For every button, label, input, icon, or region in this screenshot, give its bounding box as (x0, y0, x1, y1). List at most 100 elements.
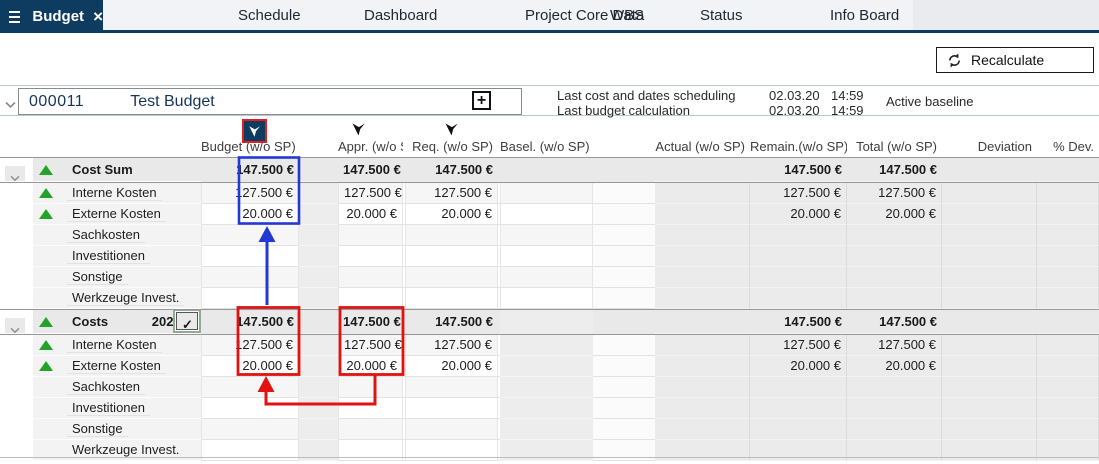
cell-appr[interactable] (338, 288, 403, 309)
chevron-down-icon[interactable] (5, 96, 16, 114)
cell-budget[interactable]: 147.500 € (201, 310, 299, 334)
cell-basel[interactable] (500, 267, 593, 288)
cell-actual (655, 356, 750, 377)
filter-icon-budget-active[interactable] (242, 119, 267, 143)
cell-budget[interactable] (201, 419, 299, 440)
cell-basel[interactable] (500, 288, 593, 309)
cell-req[interactable]: 20.000 € (405, 356, 498, 377)
row-sonstige: Sonstige (0, 267, 1099, 288)
cell-req[interactable]: 147.500 € (405, 310, 498, 334)
cell-basel (500, 335, 593, 356)
cell-appr[interactable] (338, 419, 403, 440)
hamburger-icon[interactable] (9, 16, 20, 18)
cell-appr[interactable]: 20.000 € (338, 356, 403, 377)
cell-actual (655, 204, 750, 225)
cell-appr[interactable]: 20.000 € (338, 204, 403, 225)
cell-basel[interactable] (500, 158, 593, 182)
cell-req[interactable] (405, 419, 498, 440)
col-actual: Actual (w/o SP) (655, 139, 750, 157)
cell-basel[interactable] (500, 246, 593, 267)
cell-appr[interactable] (338, 225, 403, 246)
tab-wbs[interactable]: WBS (610, 0, 644, 30)
cell-budget[interactable] (201, 267, 299, 288)
cell-appr[interactable] (338, 377, 403, 398)
row-label: Werkzeuge Invest. (67, 290, 184, 306)
table-header-row: Budget (w/o SP) Appr. (w/o SP) Req. (w/o… (0, 116, 1099, 157)
row-label: Externe Kosten (67, 358, 166, 374)
row-label: Costs (67, 314, 113, 329)
cell-basel[interactable] (500, 204, 593, 225)
cell-total: 20.000 € (847, 204, 942, 225)
cell-pdev (1037, 158, 1099, 182)
cell-basel[interactable] (500, 183, 593, 204)
row-label: Interne Kosten (67, 185, 162, 201)
cell-remain: 20.000 € (750, 204, 847, 225)
cell-req[interactable] (405, 225, 498, 246)
group-row-cost-sum: Cost Sum 147.500 € 147.500 € 147.500 € 1… (0, 157, 1099, 183)
tab-dashboard[interactable]: Dashboard (364, 0, 437, 30)
cell-appr[interactable]: 127.500 € (338, 183, 403, 204)
triangle-up-icon (39, 361, 53, 371)
col-appr: Appr. (w/o SP) (338, 139, 403, 157)
cell-appr[interactable]: 127.500 € (338, 335, 403, 356)
cell-actual (655, 183, 750, 204)
filter-icon-req[interactable] (443, 121, 461, 138)
cell-appr[interactable] (338, 246, 403, 267)
top-nav: Schedule Dashboard Project Core Data WBS… (0, 0, 1099, 33)
cell-deviation (942, 204, 1037, 225)
row-label: Werkzeuge Invest. (67, 442, 184, 458)
cell-appr[interactable]: 147.500 € (338, 310, 403, 334)
plus-icon[interactable]: + (472, 91, 491, 110)
filter-icon-appr[interactable] (350, 121, 368, 138)
cell-basel[interactable] (500, 225, 593, 246)
cell-appr[interactable] (338, 398, 403, 419)
cell-budget[interactable] (201, 246, 299, 267)
chevron-down-icon[interactable] (5, 166, 25, 183)
row-label: Investitionen (67, 248, 150, 264)
cell-budget[interactable] (201, 288, 299, 309)
cell-budget[interactable] (201, 377, 299, 398)
cell-budget[interactable]: 147.500 € (201, 158, 299, 182)
triangle-up-icon (39, 340, 53, 350)
tab-budget-active[interactable]: Budget × (0, 0, 103, 33)
row-label: Sachkosten (67, 227, 145, 243)
cell-req[interactable]: 127.500 € (405, 335, 498, 356)
cell-deviation (942, 335, 1037, 356)
budget-table: Budget (w/o SP) Appr. (w/o SP) Req. (w/o… (0, 116, 1099, 157)
cell-appr[interactable]: 147.500 € (338, 158, 403, 182)
cell-remain: 20.000 € (750, 356, 847, 377)
chevron-down-icon[interactable] (5, 318, 25, 335)
cell-budget[interactable]: 20.000 € (201, 204, 299, 225)
cell-actual (655, 335, 750, 356)
cell-req[interactable]: 20.000 € (405, 204, 498, 225)
cell-req[interactable] (405, 246, 498, 267)
cell-req[interactable] (405, 267, 498, 288)
cell-budget[interactable] (201, 398, 299, 419)
cell-req[interactable]: 147.500 € (405, 158, 498, 182)
tab-status[interactable]: Status (700, 0, 743, 30)
cell-appr[interactable] (338, 267, 403, 288)
cell-pdev (1037, 335, 1099, 356)
cell-total: 20.000 € (847, 356, 942, 377)
cell-req[interactable] (405, 288, 498, 309)
tab-schedule[interactable]: Schedule (238, 0, 301, 30)
checkbox-checked[interactable]: ✓ (176, 312, 198, 330)
cell-total: 127.500 € (847, 335, 942, 356)
cell-req[interactable] (405, 377, 498, 398)
cell-budget[interactable] (201, 225, 299, 246)
cell-budget[interactable]: 127.500 € (201, 335, 299, 356)
cell-budget[interactable]: 127.500 € (201, 183, 299, 204)
recalculate-button[interactable]: Recalculate (936, 47, 1094, 73)
cell-total: 147.500 € (847, 310, 942, 334)
cell-req[interactable]: 127.500 € (405, 183, 498, 204)
close-icon[interactable]: × (93, 8, 103, 25)
cell-req[interactable] (405, 398, 498, 419)
recalculate-label: Recalculate (971, 52, 1044, 68)
tab-info-board[interactable]: Info Board (830, 0, 899, 30)
cell-budget[interactable]: 20.000 € (201, 356, 299, 377)
project-name: Test Budget (130, 93, 215, 111)
row-interne-kosten: Interne Kosten 127.500 € 127.500 € 127.5… (0, 183, 1099, 204)
budget-screen: Schedule Dashboard Project Core Data WBS… (0, 0, 1099, 464)
cell-basel[interactable] (500, 310, 593, 334)
project-title-box[interactable]: 000011 Test Budget + (18, 88, 522, 115)
